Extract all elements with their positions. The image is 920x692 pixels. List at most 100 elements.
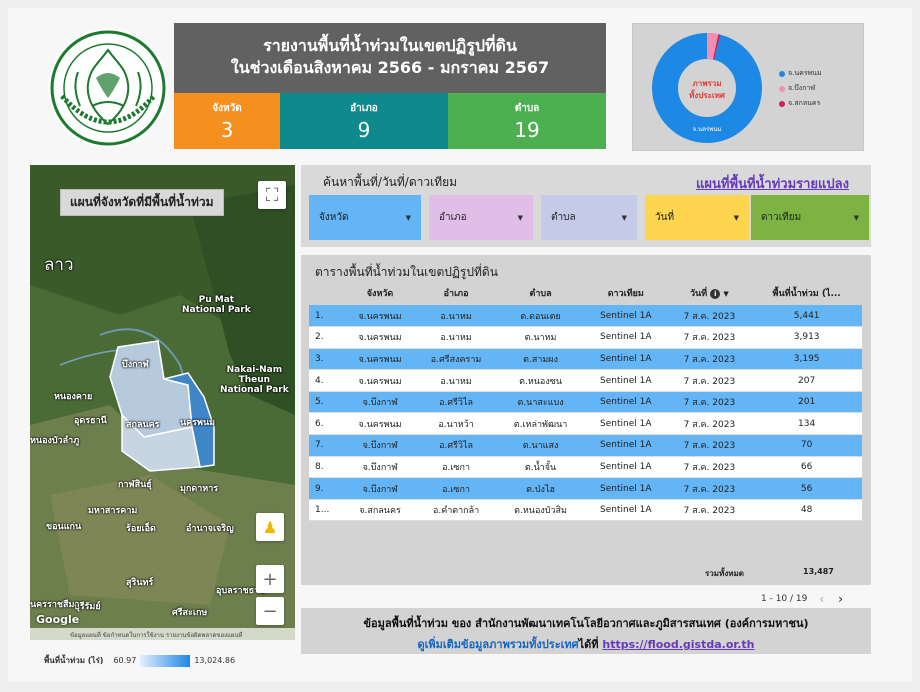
total-label: รวมทั้งหมด (705, 569, 744, 578)
table-row[interactable]: 4. จ.นครพนม อ.นาหม ต.หนองซน Sentinel 1A 7 ส.ค… (309, 369, 862, 392)
donut-slice-nakhon-phanom[interactable] (652, 33, 762, 143)
table-row[interactable]: 6. จ.นครพนม อ.นาหว้า ต.เหล่าพัฒนา Sentinel 1… (309, 412, 862, 436)
cell-index: 8. (309, 456, 345, 479)
table-row[interactable]: 9. จ.บึงกาฬ อ.เซกา ต.ป่งไฮ Sentinel 1A 7 ส.ค.… (309, 477, 862, 500)
legend-item: จ.สกลนคร (779, 98, 822, 109)
cell-province: จ.บึงกาฬ (345, 477, 416, 500)
data-source-panel: ข้อมูลพื้นที่น้ำท่วม ของ สำนักงานพัฒนาเท… (301, 608, 871, 654)
subdistrict-filter[interactable]: ตำบล ▼ (541, 195, 637, 240)
map-label-nakhon-phanom: นครพนม (180, 418, 216, 428)
column-header-subdistrict[interactable]: ตำบล (497, 281, 585, 305)
info-icon[interactable]: i (710, 289, 721, 299)
flood-table-panel: ตารางพื้นที่น้ำท่วมในเขตปฏิรูปที่ดิน จัง… (301, 255, 871, 585)
cell-district: อ.นาหม (415, 326, 498, 349)
cell-province: จ.นครพนม (345, 326, 416, 349)
subdistrict-filter-label: ตำบล (551, 212, 576, 223)
cell-flood-area: 5,441 (751, 305, 862, 328)
table-pager: 1 - 10 / 19 ‹ › (761, 592, 857, 606)
cell-district: อ.ศรีสงคราม (415, 348, 498, 371)
map-attribution[interactable]: ข้อมูลแผนที่ ข้อกำหนดในการใช้งาน รายงานข… (30, 628, 295, 640)
column-header-district[interactable]: อำเภอ (415, 281, 498, 305)
legend-item: จ.บึงกาฬ (779, 83, 822, 94)
cell-subdistrict: ต.นาแสง (497, 434, 585, 457)
table-row[interactable]: 2. จ.นครพนม อ.นาหม ต.นาหม Sentinel 1A 7 ส.ค. … (309, 326, 862, 349)
legend-item: จ.นครพนม (779, 68, 822, 79)
cell-province: จ.นครพนม (345, 412, 416, 436)
map-label-amnat: อำนาจเจริญ (186, 524, 234, 534)
cell-flood-area: 207 (751, 369, 862, 392)
search-title: ค้นหาพื้นที่/วันที่/ดาวเทียม (323, 175, 458, 189)
report-title-line1: รายงานพื้นที่น้ำท่วมในเขตปฏิรูปที่ดิน (263, 36, 517, 55)
map-label-surin: สุรินทร์ (126, 578, 154, 588)
data-source-text: ข้อมูลพื้นที่น้ำท่วม ของ สำนักงานพัฒนาเท… (363, 617, 809, 630)
flood-area-legend: พื้นที่น้ำท่วม (ไร่) 60.97 13,024.86 (44, 654, 235, 667)
flood-area-legend-label: พื้นที่น้ำท่วม (ไร่) (44, 656, 104, 665)
donut-slice-bueng-kan[interactable] (706, 32, 719, 60)
donut-chart[interactable]: ภาพรวม ทั้งประเทศ จ.นครพนม (647, 28, 767, 148)
donut-legend: จ.นครพนม จ.บึงกาฬ จ.สกลนคร (779, 68, 822, 113)
table-body: 1. จ.นครพนม อ.นาหม ต.ดอนเตย Sentinel 1A 7 ส.ค… (309, 305, 862, 522)
table-row[interactable]: 1. จ.นครพนม อ.นาหม ต.ดอนเตย Sentinel 1A 7 ส.ค… (309, 305, 862, 328)
column-header-satellite[interactable]: ดาวเทียม (584, 281, 668, 305)
cell-date: 7 ส.ค. 2023 (667, 456, 752, 479)
cell-date: 7 ส.ค. 2023 (667, 434, 752, 457)
table-row[interactable]: 8. จ.บึงกาฬ อ.เซกา ต.น้ำจั้น Sentinel 1A 7 ส.… (309, 456, 862, 479)
cell-district: อ.นาหม (415, 305, 498, 328)
cell-date: 7 ส.ค. 2023 (667, 369, 752, 392)
district-filter[interactable]: อำเภอ ▼ (429, 195, 533, 240)
cell-index: 9. (309, 477, 345, 500)
gistda-link[interactable]: https://flood.gistda.or.th (602, 638, 754, 651)
plus-icon: + (262, 568, 278, 590)
district-count-card: อำเภอ 9 (280, 93, 448, 149)
cell-province: จ.นครพนม (345, 369, 416, 392)
sort-desc-icon[interactable]: ▼ (723, 290, 728, 298)
next-page-button[interactable]: › (838, 592, 843, 606)
satellite-filter[interactable]: ดาวเทียม ▼ (751, 195, 869, 240)
total-value: 13,487 (803, 567, 834, 576)
cell-province: จ.บึงกาฬ (345, 456, 416, 479)
column-header-date[interactable]: วันที่ i ▼ (667, 281, 752, 305)
plot-map-link[interactable]: แผนที่พื้นที่น้ำท่วมรายแปลง (696, 173, 849, 194)
total-row: รวมทั้งหมด 13,487 (309, 565, 862, 581)
cell-province: จ.บึงกาฬ (345, 434, 416, 457)
cell-flood-area: 3,913 (751, 326, 862, 349)
donut-chart-card[interactable]: ภาพรวม ทั้งประเทศ จ.นครพนม จ.นครพนม จ.บึ… (632, 23, 864, 151)
map-label-kalasin: กาฬสินธุ์ (118, 480, 152, 490)
more-info-text: ดูเพิ่มเติมข้อมูลภาพรวมทั้งประเทศ (417, 638, 579, 651)
cell-flood-area: 201 (751, 391, 862, 414)
cell-district: อ.ศรีวิไล (415, 391, 498, 414)
cell-satellite: Sentinel 1A (584, 391, 668, 414)
legend-dot (779, 85, 785, 92)
cell-flood-area: 3,195 (751, 348, 862, 371)
district-count-value: 9 (357, 118, 371, 142)
cell-satellite: Sentinel 1A (584, 412, 668, 436)
table-row[interactable]: 5. จ.บึงกาฬ อ.ศรีวิไล ต.นาสะแบง Sentinel 1A 7… (309, 391, 862, 414)
flood-area-gradient (140, 654, 191, 667)
cell-district: อ.เซกา (415, 477, 498, 500)
cell-district: อ.คำตากล้า (415, 499, 498, 522)
cell-index: 6. (309, 412, 345, 436)
zoom-in-button[interactable]: + (256, 565, 284, 593)
table-row[interactable]: 7. จ.บึงกาฬ อ.ศรีวิไล ต.นาแสง Sentinel 1A 7 ส… (309, 434, 862, 457)
table-header-row: จังหวัด อำเภอ ตำบล ดาวเทียม วันที่ i ▼ พ… (309, 281, 862, 305)
province-count-card: จังหวัด 3 (174, 93, 280, 149)
fullscreen-button[interactable]: ⛶ (258, 181, 286, 209)
cell-subdistrict: ต.ดอนเตย (497, 305, 585, 328)
cell-index: 7. (309, 434, 345, 457)
street-view-button[interactable]: ♟ (256, 513, 284, 541)
table-row[interactable]: 1... จ.สกลนคร อ.คำตากล้า ต.หนองบัวสิม Sentin… (309, 499, 862, 522)
column-header-flood-area[interactable]: พื้นที่น้ำท่วม (ไ... (751, 281, 862, 305)
column-header-province[interactable]: จังหวัด (345, 281, 416, 305)
cell-index: 3. (309, 348, 345, 371)
prev-page-button[interactable]: ‹ (819, 592, 824, 606)
date-filter[interactable]: วันที่ ▼ (645, 195, 749, 240)
report-title-line2: ในช่วงเดือนสิงหาคม 2566 - มกราคม 2567 (230, 58, 550, 77)
province-filter[interactable]: จังหวัด ▼ (309, 195, 421, 240)
table-row[interactable]: 3. จ.นครพนม อ.ศรีสงคราม ต.สามผง Sentinel 1A 7… (309, 348, 862, 371)
donut-center-line1: ภาพรวม (692, 79, 721, 88)
flood-map[interactable]: แผนที่จังหวัดที่มีพื้นที่น้ำท่วม ⛶ ลาว P… (30, 165, 295, 640)
cell-flood-area: 134 (751, 412, 862, 436)
zoom-out-button[interactable]: − (256, 597, 284, 625)
flood-table: จังหวัด อำเภอ ตำบล ดาวเทียม วันที่ i ▼ พ… (309, 281, 862, 522)
map-label-sakon-nakhon: สกลนคร (126, 420, 160, 430)
